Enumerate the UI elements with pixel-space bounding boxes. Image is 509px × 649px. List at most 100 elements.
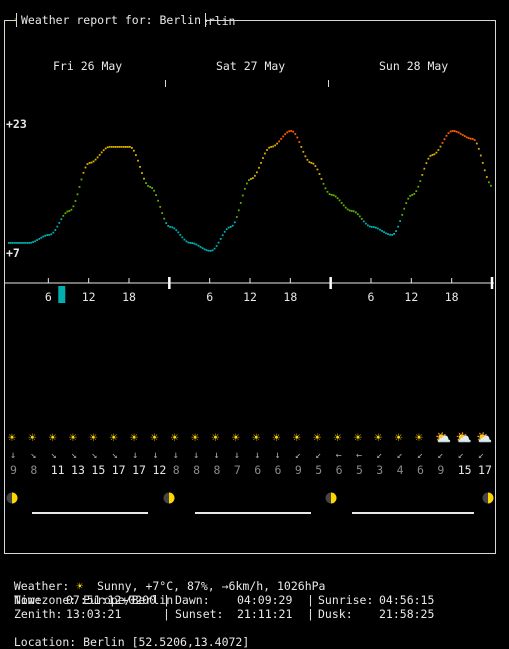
temperature-point <box>62 214 65 217</box>
temperature-point <box>48 234 51 236</box>
temperature-point <box>443 138 446 141</box>
temperature-point <box>197 244 200 247</box>
temperature-point <box>427 157 430 160</box>
temperature-point <box>139 166 141 168</box>
temperature-point <box>260 162 262 164</box>
temperature-point <box>22 242 24 244</box>
temperature-point <box>340 202 343 204</box>
temperature-point <box>34 240 36 243</box>
temperature-point <box>258 166 260 169</box>
temperature-point <box>112 146 115 148</box>
temperature-point <box>439 145 442 148</box>
temperature-point <box>332 194 335 197</box>
hour-tick-label: 12 <box>404 290 418 304</box>
temperature-point <box>153 189 155 192</box>
temperature-point <box>207 249 210 252</box>
temperature-point <box>217 241 220 244</box>
temperature-point <box>274 144 276 147</box>
location-value: Berlin [52.5206,13.4072] <box>83 635 250 649</box>
temperature-point <box>369 225 371 228</box>
temperature-point <box>459 132 462 135</box>
wind-speed-value: 3 <box>376 463 384 477</box>
temperature-point <box>429 155 432 157</box>
sun-icon: ☀ <box>272 431 281 446</box>
temperature-point <box>175 229 178 232</box>
temperature-point <box>66 210 69 213</box>
temperature-point <box>195 243 198 246</box>
temperature-point <box>155 194 157 196</box>
wind-direction-icon: ↓ <box>274 450 281 461</box>
temperature-point <box>157 199 159 202</box>
temperature-point <box>276 142 278 145</box>
temperature-point <box>326 190 329 193</box>
temperature-point <box>280 138 283 140</box>
wind-direction-icon: ↙ <box>315 450 322 461</box>
wind-direction-icon: ↓ <box>172 450 179 461</box>
zenith-label: Zenith: <box>14 607 63 621</box>
temperature-point <box>114 146 117 148</box>
temperature-point <box>383 231 385 233</box>
temperature-point <box>387 233 389 235</box>
temperature-point <box>381 230 383 232</box>
temperature-point <box>354 211 357 214</box>
temperature-point <box>82 171 85 174</box>
temperature-point <box>86 163 89 165</box>
report-title: Weather report for: Berlin <box>16 13 207 27</box>
temperature-point <box>417 185 420 188</box>
sun-icon: ☀ <box>69 431 77 446</box>
temperature-point <box>324 187 327 190</box>
temperature-point <box>314 165 317 167</box>
temperature-point <box>473 139 476 141</box>
current-time-marker <box>58 286 66 303</box>
temperature-point <box>431 154 434 156</box>
temperature-point <box>365 222 367 225</box>
sun-icon: ☀ <box>130 431 138 446</box>
temperature-point <box>421 174 424 176</box>
temperature-point <box>302 150 305 153</box>
temperature-point <box>233 221 236 224</box>
temperature-point <box>266 149 268 151</box>
temperature-point <box>54 229 57 231</box>
temperature-point <box>336 197 339 200</box>
temperature-point <box>244 187 246 190</box>
temperature-point <box>225 228 228 231</box>
temperature-point <box>367 224 369 227</box>
sun-icon: ☀ <box>292 431 301 446</box>
sun-icon: ☀ <box>8 431 16 446</box>
temperature-point <box>348 209 351 212</box>
footer-pipe: | <box>307 607 314 621</box>
temperature-point <box>191 242 194 244</box>
daylight-row <box>6 492 494 514</box>
temperature-point <box>292 130 295 133</box>
temperature-point <box>36 239 38 241</box>
wind-direction-icon: ↘ <box>91 450 98 461</box>
temperature-point <box>268 146 270 149</box>
temperature-point <box>237 209 240 212</box>
wind-speed-value: 7 <box>233 463 241 477</box>
temperature-point <box>371 226 373 228</box>
temperature-point <box>471 138 474 140</box>
temperature-point <box>344 206 347 209</box>
temperature-point <box>415 190 418 192</box>
wind-direction-icon: ← <box>355 450 362 461</box>
temperature-point <box>455 130 458 133</box>
temperature-point <box>141 172 143 174</box>
temperature-point <box>161 212 164 214</box>
wind-direction-icon: ↘ <box>50 450 57 461</box>
temperature-point <box>94 158 97 161</box>
sun-icon: ☀ <box>28 431 37 446</box>
temperature-point <box>28 242 30 244</box>
temperature-point <box>78 186 81 188</box>
temperature-point <box>163 217 166 220</box>
temperature-point <box>133 149 135 152</box>
wind-speed-value: 5 <box>355 463 363 477</box>
temperature-point <box>391 234 393 236</box>
sun-icon: ☀ <box>231 431 240 446</box>
hour-tick-label: 6 <box>368 290 375 304</box>
temperature-point <box>296 136 299 139</box>
now-label: Now: <box>14 593 42 607</box>
temperature-point <box>231 224 234 227</box>
temperature-point <box>211 249 214 252</box>
temperature-point <box>205 249 208 251</box>
temperature-point <box>201 247 204 249</box>
